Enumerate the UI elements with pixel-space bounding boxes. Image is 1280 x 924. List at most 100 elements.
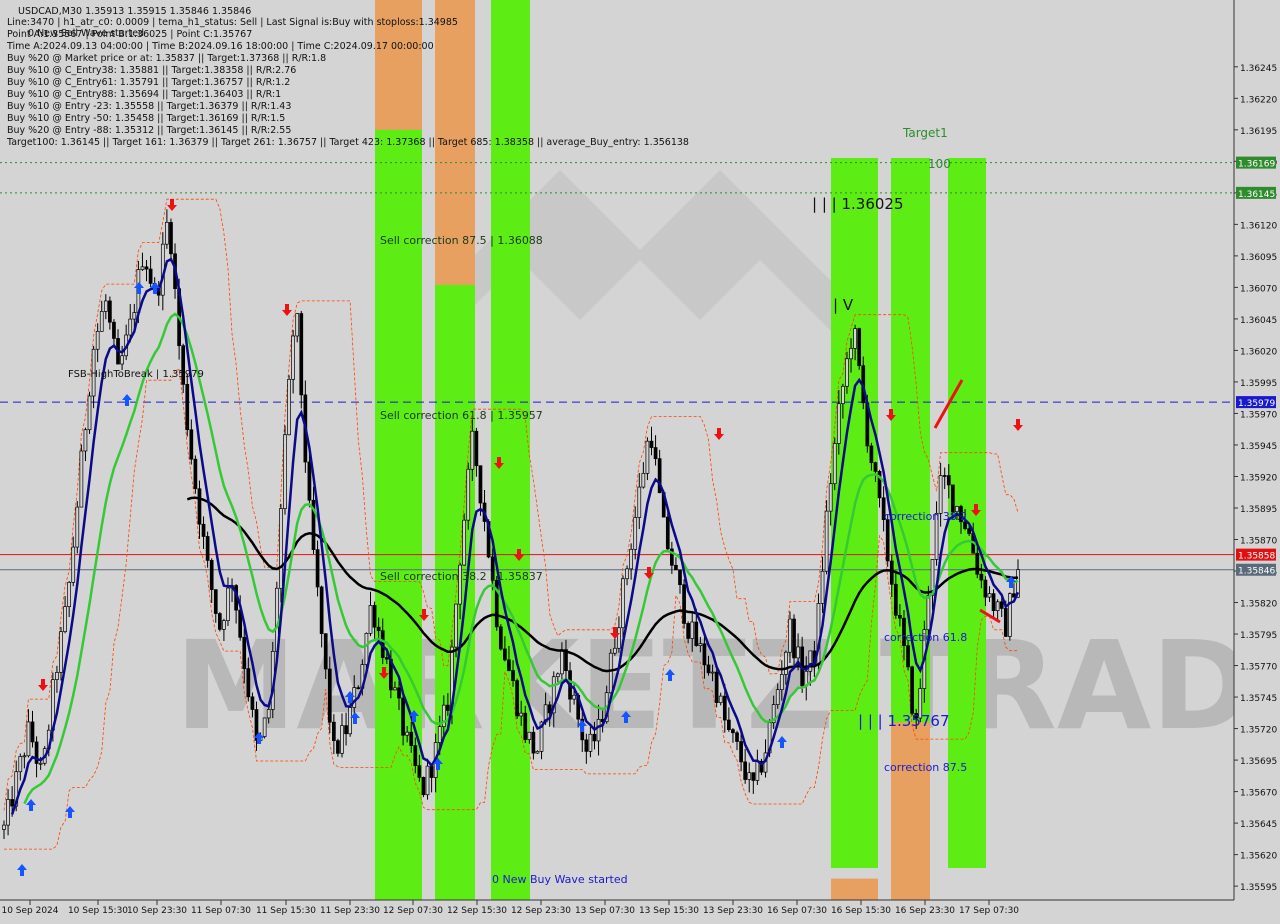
x-tick-label: 12 Sep 23:30 xyxy=(511,906,571,916)
candle-up xyxy=(59,631,63,673)
new-buy-wave-label: 0 New Buy Wave started xyxy=(492,873,628,886)
candle-up xyxy=(99,311,104,332)
candle-down xyxy=(694,621,699,646)
x-tick-label: 13 Sep 23:30 xyxy=(703,906,763,916)
candle-down xyxy=(10,799,14,807)
candle-down xyxy=(898,614,902,619)
candle-up xyxy=(621,578,625,629)
candle-up xyxy=(527,731,532,740)
candle-up xyxy=(1008,593,1012,637)
candle-up xyxy=(617,627,621,649)
candle-up xyxy=(637,486,642,518)
candle-down xyxy=(910,666,914,714)
candle-up xyxy=(266,709,271,719)
candle-down xyxy=(421,777,426,796)
y-tick-label: 1.36020 xyxy=(1240,347,1277,357)
candle-up xyxy=(629,548,633,570)
x-tick-label: 10 Sep 15:30 xyxy=(68,906,128,916)
candle-down xyxy=(242,636,247,669)
y-tick-label: 1.35745 xyxy=(1240,694,1277,704)
candle-down xyxy=(999,601,1004,609)
candle-up xyxy=(596,718,601,742)
y-tick-label: 1.35995 xyxy=(1240,379,1277,389)
price-level-tag-label: 1.36145 xyxy=(1238,190,1275,200)
x-tick-label: 11 Sep 23:30 xyxy=(320,906,380,916)
info-line: Buy %10 @ C_Entry38: 1.35881 || Target:1… xyxy=(7,65,296,76)
candle-up xyxy=(75,506,80,548)
y-tick-label: 1.35945 xyxy=(1240,442,1277,452)
candle-up xyxy=(535,751,540,754)
candle-down xyxy=(409,731,414,746)
candle-up xyxy=(425,765,430,796)
candle-down xyxy=(376,626,381,632)
candle-down xyxy=(307,461,312,501)
candle-down xyxy=(678,569,682,586)
candle-down xyxy=(108,300,112,323)
candle-up xyxy=(26,721,31,757)
candle-up xyxy=(572,694,576,700)
candle-down xyxy=(209,560,214,590)
candle-up xyxy=(710,671,715,674)
candle-up xyxy=(796,646,800,659)
y-tick-label: 1.35595 xyxy=(1240,883,1277,893)
candle-down xyxy=(592,733,597,742)
candle-down xyxy=(332,721,336,742)
candle-up xyxy=(132,312,137,320)
candle-down xyxy=(893,583,898,616)
candle-down xyxy=(686,623,690,639)
candle-down xyxy=(315,549,320,588)
candle-up xyxy=(555,673,560,678)
candle-up xyxy=(938,475,943,514)
x-tick-label: 16 Sep 15:30 xyxy=(831,906,891,916)
candle-down xyxy=(503,648,507,661)
candle-down xyxy=(327,668,332,723)
wave-note: 0 New Sell Wave started xyxy=(28,28,144,39)
candle-up xyxy=(262,717,267,737)
x-tick-label: 16 Sep 07:30 xyxy=(767,906,827,916)
candle-up xyxy=(987,593,992,598)
y-tick-label: 1.35820 xyxy=(1240,600,1277,610)
y-tick-label: 1.36220 xyxy=(1240,95,1277,105)
candle-down xyxy=(515,680,519,717)
y-tick-label: 1.35770 xyxy=(1240,663,1277,673)
correction-zone-green xyxy=(491,0,530,900)
candle-down xyxy=(1003,608,1008,637)
candle-up xyxy=(466,468,471,521)
candle-up xyxy=(718,695,723,703)
correction-382-label: correction 38.2 xyxy=(884,510,967,523)
candle-down xyxy=(967,528,971,534)
info-line: Buy %10 @ Entry -23: 1.35558 || Target:1… xyxy=(7,101,291,112)
candle-up xyxy=(140,266,145,270)
correction-618-label: correction 61.8 xyxy=(884,631,967,644)
candle-down xyxy=(213,589,218,614)
candle-up xyxy=(364,632,369,665)
candle-up xyxy=(38,762,43,765)
x-tick-label: 12 Sep 15:30 xyxy=(447,906,507,916)
candle-down xyxy=(205,536,210,561)
candle-down xyxy=(372,605,377,628)
candle-down xyxy=(523,712,528,740)
candle-up xyxy=(608,652,613,694)
candle-down xyxy=(201,523,206,537)
candle-up xyxy=(690,621,695,639)
candle-up xyxy=(83,429,88,452)
candle-down xyxy=(185,383,190,431)
candle-down xyxy=(507,659,511,671)
candle-up xyxy=(55,672,59,680)
candle-down xyxy=(942,475,947,477)
chart-canvas[interactable]: MARKETZITRADE Sell correction 87.5 | 1.3… xyxy=(0,0,1280,920)
candle-down xyxy=(323,633,328,670)
candle-down xyxy=(869,445,874,463)
candle-up xyxy=(470,430,475,470)
candle-up xyxy=(828,483,833,512)
candle-up xyxy=(788,618,792,653)
x-tick-label: 11 Sep 15:30 xyxy=(256,906,316,916)
price-axis[interactable]: 1.362451.362201.361951.361701.361451.361… xyxy=(1233,0,1280,900)
candle-down xyxy=(413,745,418,766)
candle-down xyxy=(727,719,731,730)
candle-up xyxy=(295,313,300,337)
candle-down xyxy=(735,732,739,742)
price-level-tag-label: 1.35846 xyxy=(1238,567,1275,577)
candle-down xyxy=(975,552,980,575)
x-tick-label: 12 Sep 07:30 xyxy=(383,906,443,916)
